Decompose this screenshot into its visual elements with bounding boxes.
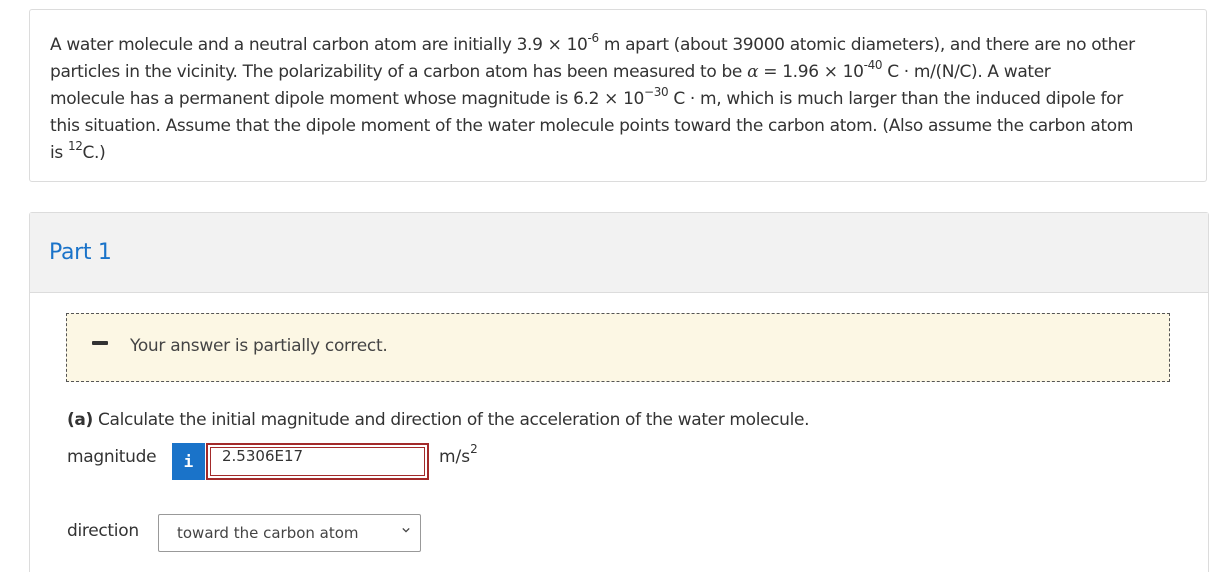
question-line2-end: C · m/(N/C). A water xyxy=(882,62,1051,82)
question-line5: is xyxy=(50,143,68,163)
exponent: -6 xyxy=(587,31,600,46)
question-line2: particles in the vicinity. The polarizab… xyxy=(50,62,748,82)
unit-exponent: 2 xyxy=(470,442,478,457)
unit-label: m/s2 xyxy=(439,443,478,467)
question-line2-mid: = 1.96 × 10 xyxy=(758,62,864,82)
info-icon[interactable]: i xyxy=(172,443,205,480)
feedback-banner: Your answer is partially correct. xyxy=(66,313,1170,382)
part-card: Part 1 Your answer is partially correct.… xyxy=(29,212,1209,572)
question-line1: A water molecule and a neutral carbon at… xyxy=(50,35,588,55)
prompt-text: Calculate the initial magnitude and dire… xyxy=(92,410,810,430)
exponent: -40 xyxy=(863,58,883,73)
question-line4: this situation. Assume that the dipole m… xyxy=(50,116,1134,136)
direction-selected-value: toward the carbon atom xyxy=(177,524,359,542)
isotope-superscript: 12 xyxy=(67,139,83,154)
question-card: A water molecule and a neutral carbon at… xyxy=(29,9,1207,182)
feedback-text: Your answer is partially correct. xyxy=(130,336,388,356)
exponent: −30 xyxy=(644,85,669,100)
magnitude-input[interactable]: 2.5306E17 xyxy=(206,443,429,480)
question-text: A water molecule and a neutral carbon at… xyxy=(50,32,1186,167)
part-title: Part 1 xyxy=(49,240,112,265)
question-line3: molecule has a permanent dipole moment w… xyxy=(50,89,644,109)
question-line1-end: m apart (about 39000 atomic diameters), … xyxy=(598,35,1135,55)
magnitude-label: magnitude xyxy=(67,447,157,467)
part-header: Part 1 xyxy=(30,213,1208,293)
question-line5-end: C.) xyxy=(82,143,106,163)
alpha-symbol: α xyxy=(747,62,759,82)
partial-correct-icon xyxy=(92,341,108,345)
direction-select[interactable]: toward the carbon atom xyxy=(158,514,421,552)
chevron-down-icon xyxy=(402,527,410,533)
unit-base: m/s xyxy=(439,447,471,467)
question-prompt: (a) Calculate the initial magnitude and … xyxy=(67,410,809,430)
question-line3-end: C · m, which is much larger than the ind… xyxy=(668,89,1123,109)
direction-label: direction xyxy=(67,521,139,541)
prompt-label: (a) xyxy=(67,410,93,430)
